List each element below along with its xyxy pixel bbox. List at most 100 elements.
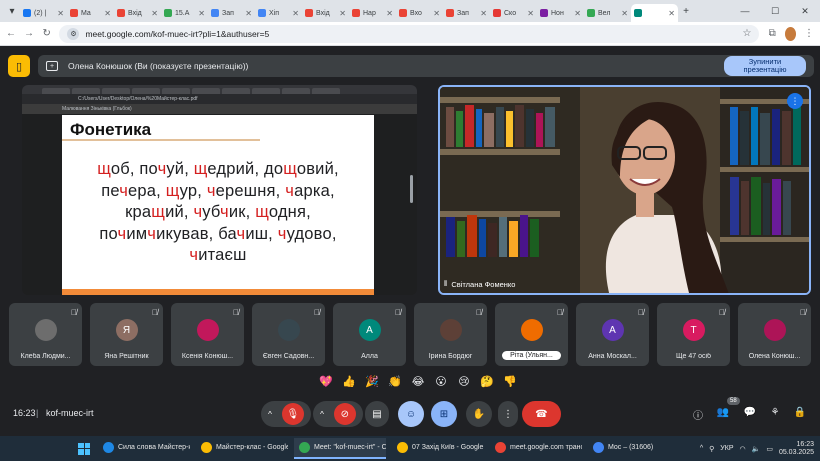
reaction-emoji[interactable]: 😂 [408, 373, 428, 391]
browser-tab[interactable]: Нон ✕ [537, 4, 584, 22]
more-options-icon[interactable]: ⋮ [787, 93, 803, 109]
stop-presenting-button[interactable]: Зупинити презентацію [724, 56, 806, 76]
microphone-button[interactable]: ^ 🎙 [261, 401, 311, 427]
extensions-icon[interactable]: ⧉ [767, 28, 776, 39]
browser-tab[interactable]: 15.A ✕ [161, 4, 208, 22]
browser-tab[interactable]: Вхо ✕ [396, 4, 443, 22]
participant-tile[interactable]: 🎙̸ Рiта (Ульян... [495, 303, 568, 366]
browser-tab[interactable]: Вхід ✕ [302, 4, 349, 22]
taskbar-app[interactable]: Meet: "kof-muec-irt" - C [294, 438, 386, 459]
chat-icon[interactable]: 💬 [742, 407, 758, 421]
browser-tab[interactable]: Ma ✕ [67, 4, 114, 22]
participant-tile[interactable]: 🎙̸ Я Яна Решітник [90, 303, 163, 366]
address-bar[interactable]: ⚙ meet.google.com/kof-muec-irt?pli=1&aut… [59, 24, 760, 43]
reaction-emoji[interactable]: 😮 [431, 373, 451, 391]
participant-tile[interactable]: 🎙̸ А Алла [333, 303, 406, 366]
close-tab-icon[interactable]: ✕ [433, 9, 440, 18]
reaction-emoji[interactable]: 🎉 [362, 373, 382, 391]
close-tab-icon[interactable]: ✕ [386, 9, 393, 18]
profile-avatar[interactable] [784, 26, 796, 41]
close-tab-icon[interactable]: ✕ [198, 9, 205, 18]
slide-text: ерешня, [215, 181, 286, 200]
tray-location-icon[interactable]: ⚲ [709, 445, 714, 453]
browser-tab[interactable]: Хіп ✕ [255, 4, 302, 22]
host-controls-icon[interactable]: 🔒 [792, 407, 808, 421]
taskbar-app[interactable]: Майстер-клас - Google [196, 438, 288, 459]
close-tab-icon[interactable]: ✕ [621, 9, 628, 18]
browser-tab[interactable]: Зап ✕ [208, 4, 255, 22]
close-tab-icon[interactable]: ✕ [339, 9, 346, 18]
camera-button[interactable]: ^ ⊘ [313, 401, 363, 427]
browser-menu-icon[interactable]: ⋮ [804, 28, 814, 39]
site-info-icon[interactable]: ⚙ [67, 27, 80, 40]
raise-hand-button[interactable]: ✋ [466, 401, 492, 427]
present-button[interactable]: ⊞ [431, 401, 457, 427]
reaction-emoji[interactable]: 👏 [385, 373, 405, 391]
wifi-icon[interactable]: ◠ [740, 445, 746, 453]
taskbar-app[interactable]: Мос – (31606) [588, 438, 680, 459]
taskbar-app[interactable]: 07 Захід Київ - Google ... [392, 438, 484, 459]
taskbar-app[interactable]: meet.google.com трансл... [490, 438, 582, 459]
close-tab-icon[interactable]: ✕ [527, 9, 534, 18]
minimize-icon[interactable]: — [730, 6, 760, 17]
browser-tab[interactable]: Вхід ✕ [114, 4, 161, 22]
close-tab-icon[interactable]: ✕ [245, 9, 252, 18]
reload-icon[interactable]: ↻ [42, 28, 51, 39]
close-tab-icon[interactable]: ✕ [151, 9, 158, 18]
volume-icon[interactable]: 🔈 [752, 445, 761, 453]
browser-tab[interactable]: ✕ [631, 4, 678, 22]
participant-tile[interactable]: 🎙̸ Клеба Людми... [9, 303, 82, 366]
browser-tab[interactable]: Зап ✕ [443, 4, 490, 22]
activities-icon[interactable]: ⚘ [767, 407, 783, 421]
back-icon[interactable]: ← [6, 28, 16, 39]
browser-tab[interactable]: Вел ✕ [584, 4, 631, 22]
reaction-emoji[interactable]: 👎 [500, 373, 520, 391]
reaction-emoji[interactable]: 💖 [316, 373, 336, 391]
participant-tile[interactable]: 🎙̸ Євген Садовн... [252, 303, 325, 366]
muted-mic-icon: 🎙̸ [476, 308, 482, 317]
close-tab-icon[interactable]: ✕ [668, 9, 675, 18]
tab-list: (2) | ✕ Ma ✕ Вхід ✕ 15.A ✕ Зап ✕ Хіп ✕ Вхід ✕ Нар ✕ Вхо ✕… [20, 0, 678, 22]
slide-text: об, по [110, 160, 158, 178]
browser-tab[interactable]: Нар ✕ [349, 4, 396, 22]
participant-tile[interactable]: 🎙̸ А Анна Москал... [576, 303, 649, 366]
participant-tile[interactable]: 🎙̸ T Ще 47 осіб [657, 303, 730, 366]
participant-tile[interactable]: 🎙̸ Олена Конюш... [738, 303, 811, 366]
battery-icon[interactable]: ▭ [766, 445, 773, 453]
participant-tile[interactable]: 🎙̸ Ірина Бордюг [414, 303, 487, 366]
participant-tile[interactable]: 🎙̸ Ксенія Конюш... [171, 303, 244, 366]
browser-tab[interactable]: (2) | ✕ [20, 4, 67, 22]
separator: | [36, 408, 39, 418]
close-tab-icon[interactable]: ✕ [104, 9, 111, 18]
more-controls-button[interactable]: ⋮ [498, 401, 518, 427]
chevron-up-icon[interactable]: ^ [320, 410, 324, 419]
close-tab-icon[interactable]: ✕ [480, 9, 487, 18]
speaker-tile[interactable]: ⋮ ⦀ Світлана Фоменко [438, 85, 811, 295]
maximize-icon[interactable]: ☐ [760, 6, 790, 17]
tab-search-icon[interactable]: ▾ [4, 3, 20, 19]
close-tab-icon[interactable]: ✕ [57, 9, 64, 18]
emoji-button[interactable]: ☺ [398, 401, 424, 427]
taskbar-app[interactable]: Сила слова Майстер-к... [98, 438, 190, 459]
close-tab-icon[interactable]: ✕ [574, 9, 581, 18]
reaction-emoji[interactable]: 😢 [454, 373, 474, 391]
info-icon[interactable]: ⓘ [690, 407, 706, 422]
language-indicator[interactable]: УКР [720, 445, 733, 452]
camera-off-icon[interactable]: ⊘ [333, 403, 356, 425]
windows-start-icon[interactable] [78, 442, 90, 455]
leave-call-button[interactable]: ☎ [522, 401, 561, 427]
captions-button[interactable]: ▤ [365, 401, 389, 427]
people-icon[interactable]: 👥 [715, 407, 731, 421]
browser-tab[interactable]: Ско ✕ [490, 4, 537, 22]
reaction-emoji[interactable]: 👍 [339, 373, 359, 391]
close-window-icon[interactable]: ✕ [790, 6, 820, 17]
bookmark-star-icon[interactable]: ☆ [743, 28, 752, 39]
new-tab-icon[interactable]: + [678, 3, 694, 19]
clock[interactable]: 16:23 05.03.2025 [779, 441, 814, 457]
tray-chevron-icon[interactable]: ^ [700, 445, 703, 452]
mic-off-icon[interactable]: 🎙 [281, 403, 304, 425]
forward-icon[interactable]: → [24, 28, 34, 39]
close-tab-icon[interactable]: ✕ [292, 9, 299, 18]
reaction-emoji[interactable]: 🤔 [477, 373, 497, 391]
chevron-up-icon[interactable]: ^ [268, 410, 272, 419]
